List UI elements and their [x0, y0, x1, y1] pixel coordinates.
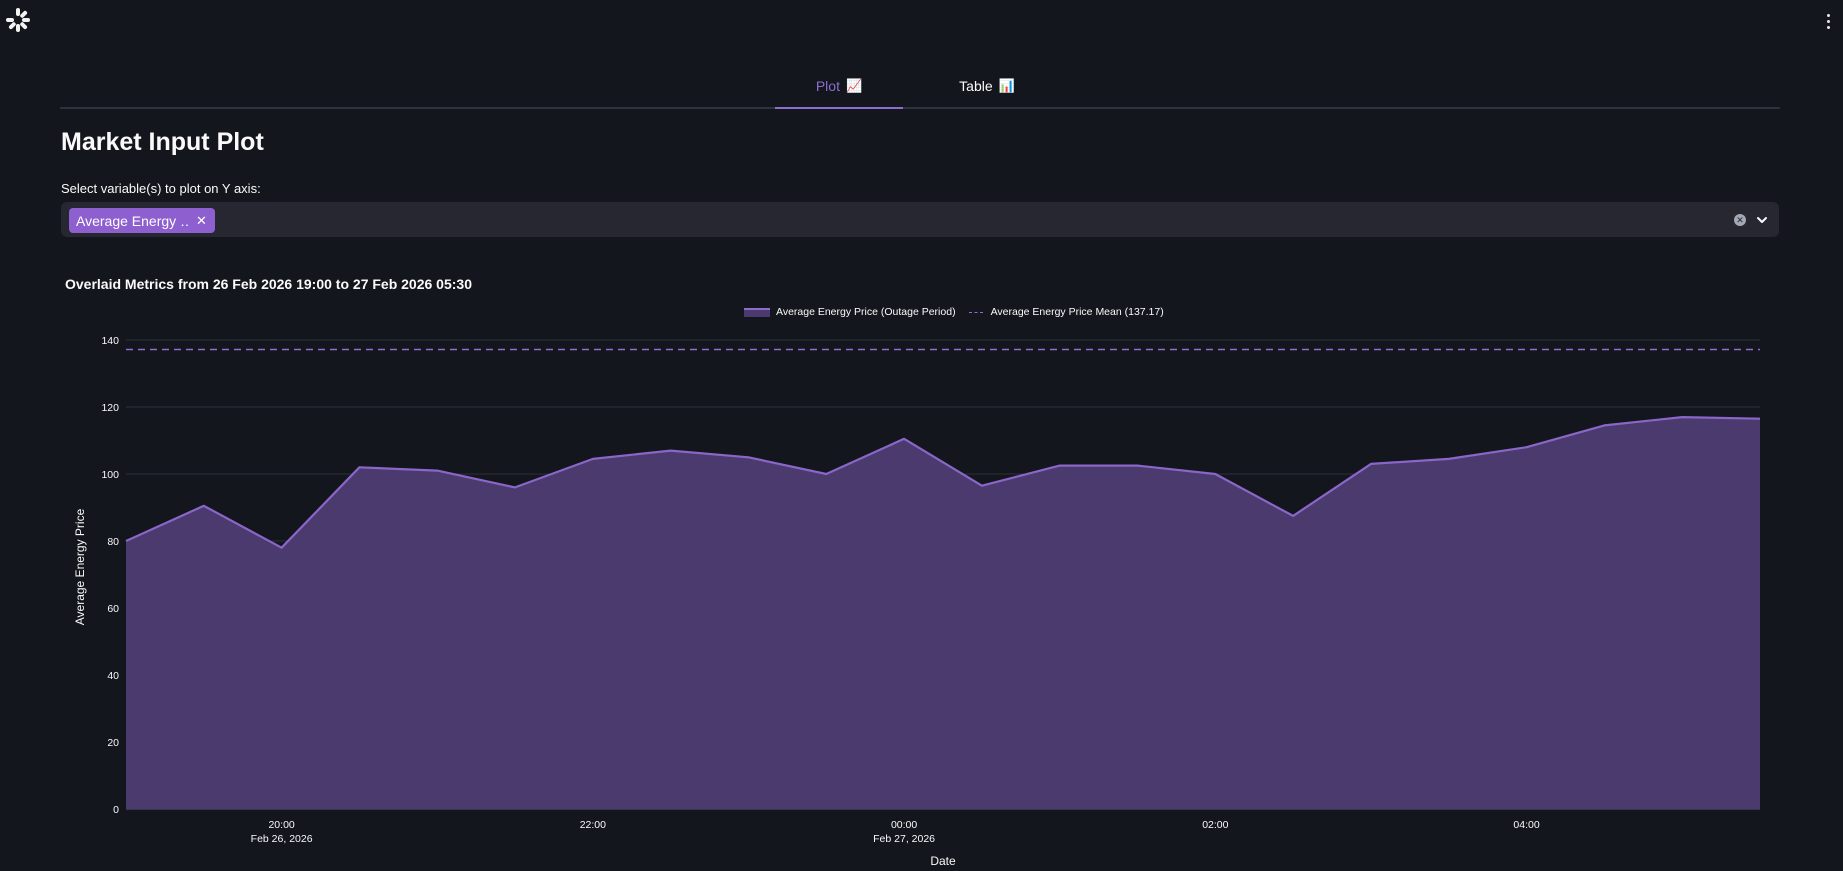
app-page: Plot 📈 Table 📊 Market Input Plot Select …	[0, 0, 1843, 871]
y-tick-label: 140	[101, 335, 119, 347]
price-area-fill	[126, 417, 1760, 809]
y-tick-label: 120	[101, 402, 119, 414]
y-tick-label: 0	[113, 804, 119, 816]
x-axis-ticks: 20:00 Feb 26, 2026 22:00 00:00 Feb 27, 2026 0…	[251, 819, 1540, 845]
x-tick-date-label: Feb 27, 2026	[873, 833, 935, 845]
y-tick-label: 100	[101, 469, 119, 481]
x-tick-label: 04:00	[1513, 819, 1539, 831]
y-tick-label: 20	[107, 737, 119, 749]
y-tick-label: 60	[107, 603, 119, 615]
x-tick-label: 02:00	[1202, 819, 1228, 831]
x-tick-label: 22:00	[580, 819, 606, 831]
y-axis-title: Average Energy Price	[73, 508, 87, 625]
x-tick-label: 20:00	[268, 819, 294, 831]
price-area-chart: 0 20 40 60 80 100 120 140 20:00 Feb 26, 2026 22:0…	[73, 335, 1761, 868]
y-tick-label: 40	[107, 670, 119, 682]
x-tick-date-label: Feb 26, 2026	[251, 833, 313, 845]
x-axis-title: Date	[930, 854, 956, 868]
y-axis-ticks: 0 20 40 60 80 100 120 140	[101, 335, 119, 816]
y-tick-label: 80	[107, 536, 119, 548]
x-tick-label: 00:00	[891, 819, 917, 831]
